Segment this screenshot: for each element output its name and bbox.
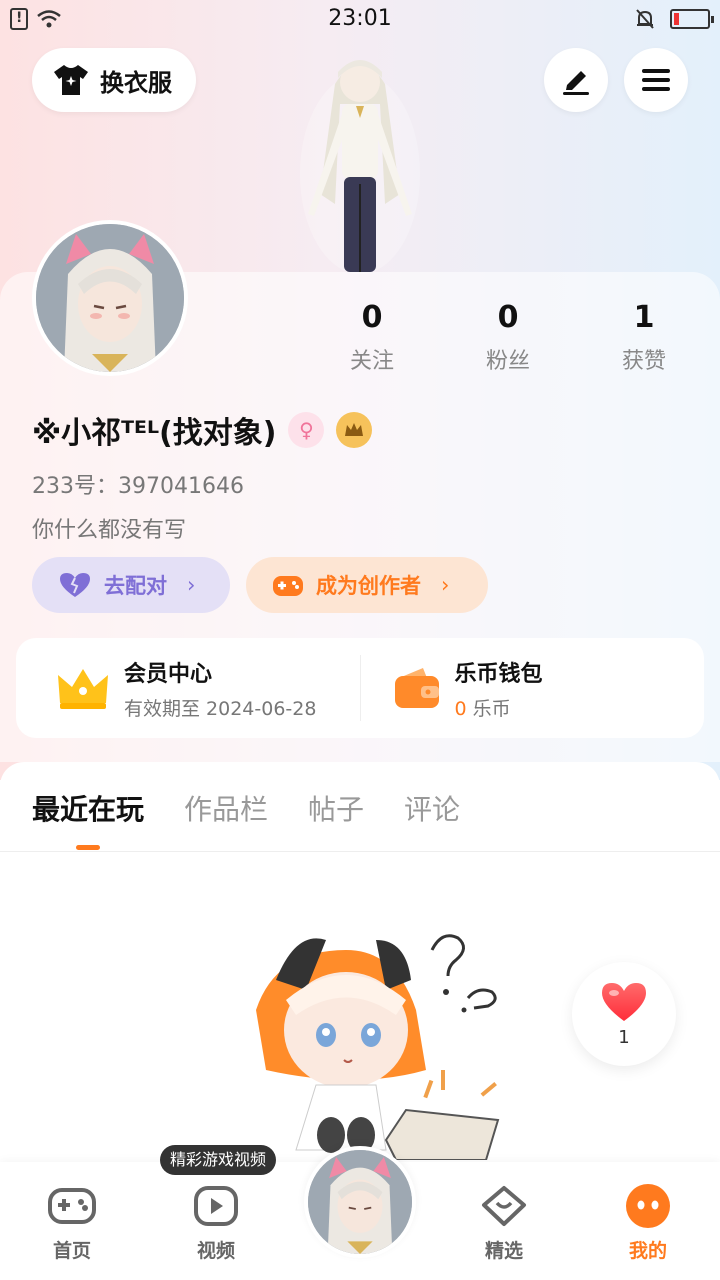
vip-expiry: 有效期至 2024-06-28 — [124, 697, 317, 720]
chevron-right-icon: › — [187, 573, 196, 597]
match-button[interactable]: 去配对 › — [32, 557, 230, 613]
following-label: 关注 — [349, 349, 394, 374]
tab-comments[interactable]: 评论 — [404, 788, 460, 828]
heart-icon — [602, 982, 646, 1021]
vip-title: 会员中心 — [124, 661, 213, 687]
menu-button[interactable] — [624, 48, 688, 112]
pencil-icon — [563, 71, 589, 95]
hamburger-menu-icon — [642, 69, 670, 91]
vip-wallet-card: 会员中心 有效期至 2024-06-28 乐币钱包 0 乐币 — [16, 638, 704, 738]
wallet-icon — [394, 668, 439, 708]
tab-recently-played[interactable]: 最近在玩 — [32, 788, 144, 850]
chevron-right-icon: › — [441, 573, 450, 597]
nav-featured[interactable]: 精选 — [454, 1182, 554, 1263]
avatar-3d-figure — [300, 60, 420, 274]
mine-face-icon — [626, 1184, 670, 1228]
nav-video-label: 视频 — [196, 1240, 235, 1262]
match-label: 去配对 — [104, 574, 167, 598]
gamepad-home-icon — [48, 1188, 96, 1224]
stat-followers[interactable]: 0 粉丝 — [440, 300, 576, 375]
likes-label: 获赞 — [621, 349, 666, 374]
nav-home[interactable]: 首页 — [22, 1182, 122, 1263]
mute-bell-icon — [636, 9, 654, 29]
nav-featured-label: 精选 — [484, 1240, 523, 1262]
video-tooltip: 精彩游戏视频 — [160, 1145, 277, 1175]
nav-avatar-button[interactable] — [304, 1146, 416, 1258]
stat-following[interactable]: 0 关注 — [304, 300, 440, 375]
username-row: ※小祁ᵀᴱᴸ(找对象) ♀ — [32, 408, 373, 452]
become-creator-button[interactable]: 成为创作者 › — [246, 557, 488, 613]
stats-row: 0 关注 0 粉丝 1 获赞 — [304, 300, 712, 375]
battery-icon — [670, 9, 714, 29]
followers-label: 粉丝 — [485, 349, 530, 374]
wallet-balance: 0 — [454, 697, 467, 720]
nav-mine-label: 我的 — [628, 1240, 667, 1262]
crown-badge-icon[interactable] — [336, 412, 373, 448]
tab-posts[interactable]: 帖子 — [308, 788, 364, 828]
like-count: 1 — [618, 1026, 630, 1048]
vip-crown-icon — [58, 669, 108, 709]
user-id: 233号：397041646 — [32, 474, 244, 499]
change-outfit-label: 换衣服 — [100, 68, 172, 97]
wallet-title: 乐币钱包 — [454, 661, 543, 687]
featured-heart-icon — [482, 1186, 526, 1226]
video-play-icon — [194, 1186, 238, 1226]
nav-video[interactable]: 视频 — [166, 1182, 266, 1263]
wallet[interactable]: 乐币钱包 0 乐币 — [361, 638, 705, 738]
avatar-character-image — [36, 224, 184, 372]
following-count: 0 — [361, 300, 383, 335]
stat-likes[interactable]: 1 获赞 — [576, 300, 712, 375]
vip-center[interactable]: 会员中心 有效期至 2024-06-28 — [16, 638, 360, 738]
nav-avatar-image — [308, 1150, 412, 1254]
gamepad-icon — [273, 576, 303, 596]
female-gender-icon: ♀ — [288, 412, 325, 448]
empty-state-illustration — [256, 934, 500, 1160]
change-outfit-button[interactable]: 换衣服 — [32, 48, 196, 112]
content-tabs: 最近在玩 作品栏 帖子 评论 — [0, 762, 720, 852]
shirt-icon — [54, 65, 88, 95]
become-creator-label: 成为创作者 — [316, 574, 421, 598]
tab-works[interactable]: 作品栏 — [184, 788, 268, 828]
likes-count: 1 — [633, 300, 655, 335]
floating-like-button[interactable]: 1 — [572, 962, 676, 1066]
edit-profile-button[interactable] — [544, 48, 608, 112]
heart-match-icon — [60, 573, 90, 597]
status-bar: 23:01 — [0, 0, 720, 40]
bio: 你什么都没有写 — [32, 518, 187, 543]
avatar[interactable] — [32, 220, 188, 376]
status-time: 23:01 — [328, 6, 392, 31]
nav-home-label: 首页 — [52, 1240, 91, 1262]
wallet-unit: 乐币 — [472, 697, 511, 720]
nav-mine[interactable]: 我的 — [598, 1182, 698, 1263]
followers-count: 0 — [497, 300, 519, 335]
username: ※小祁ᵀᴱᴸ(找对象) — [32, 416, 277, 451]
